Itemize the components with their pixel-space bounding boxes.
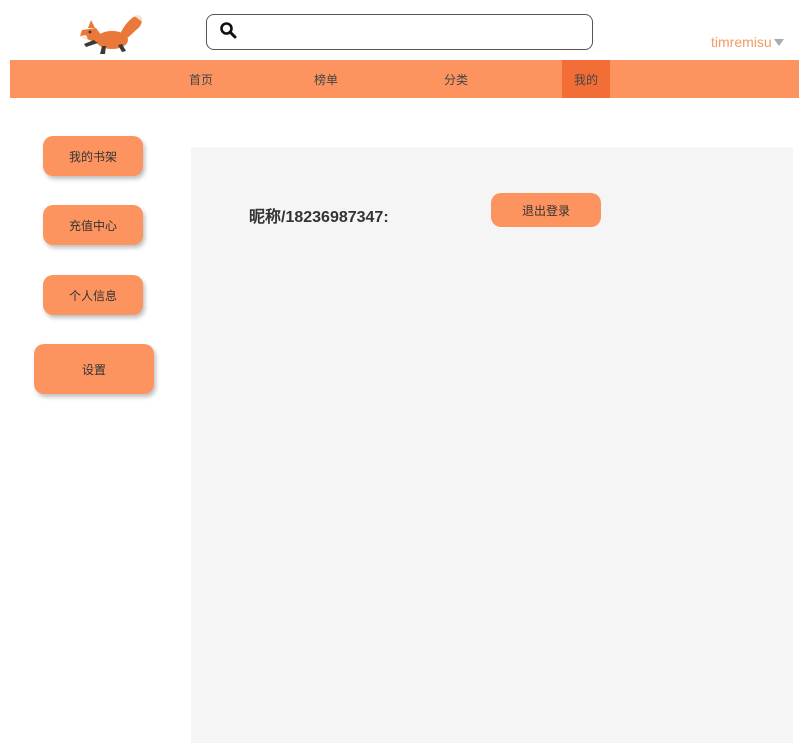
search-icon[interactable] [219, 21, 237, 43]
sidebar-item-bookshelf[interactable]: 我的书架 [43, 136, 143, 176]
nav-item-mine[interactable]: 我的 [562, 60, 610, 98]
logout-button-label: 退出登录 [521, 203, 570, 218]
sidebar-item-label: 设置 [81, 362, 106, 377]
main-nav: 首页 榜单 分类 我的 [10, 60, 799, 98]
search-input[interactable] [245, 18, 585, 46]
username[interactable]: timremisu [711, 34, 772, 50]
sidebar-item-label: 充值中心 [68, 218, 117, 233]
search-bar[interactable] [206, 14, 593, 50]
page: timremisu 首页 榜单 分类 我的 我的书架 充值中心 个人信息 设置 … [0, 0, 799, 743]
sidebar-item-label: 我的书架 [68, 149, 117, 164]
caret-down-icon[interactable] [773, 39, 784, 46]
main-panel: 昵称/18236987347: 退出登录 [191, 147, 793, 743]
sidebar-item-recharge[interactable]: 充值中心 [43, 205, 143, 245]
nav-item-label: 我的 [573, 72, 598, 87]
fox-logo-icon[interactable] [74, 10, 146, 56]
sidebar-item-profile[interactable]: 个人信息 [43, 275, 143, 315]
nav-item-label: 榜单 [313, 72, 338, 87]
nav-item-categories[interactable]: 分类 [432, 60, 480, 98]
sidebar-item-label: 个人信息 [68, 288, 117, 303]
sidebar-item-settings[interactable]: 设置 [34, 344, 154, 394]
nav-item-label: 分类 [443, 72, 468, 87]
nav-item-rankings[interactable]: 榜单 [302, 60, 350, 98]
user-menu[interactable]: timremisu [711, 34, 784, 50]
nav-item-home[interactable]: 首页 [177, 60, 225, 98]
nav-item-label: 首页 [188, 72, 213, 87]
logout-button[interactable]: 退出登录 [491, 193, 601, 227]
nickname-label: 昵称/18236987347: [249, 209, 389, 226]
